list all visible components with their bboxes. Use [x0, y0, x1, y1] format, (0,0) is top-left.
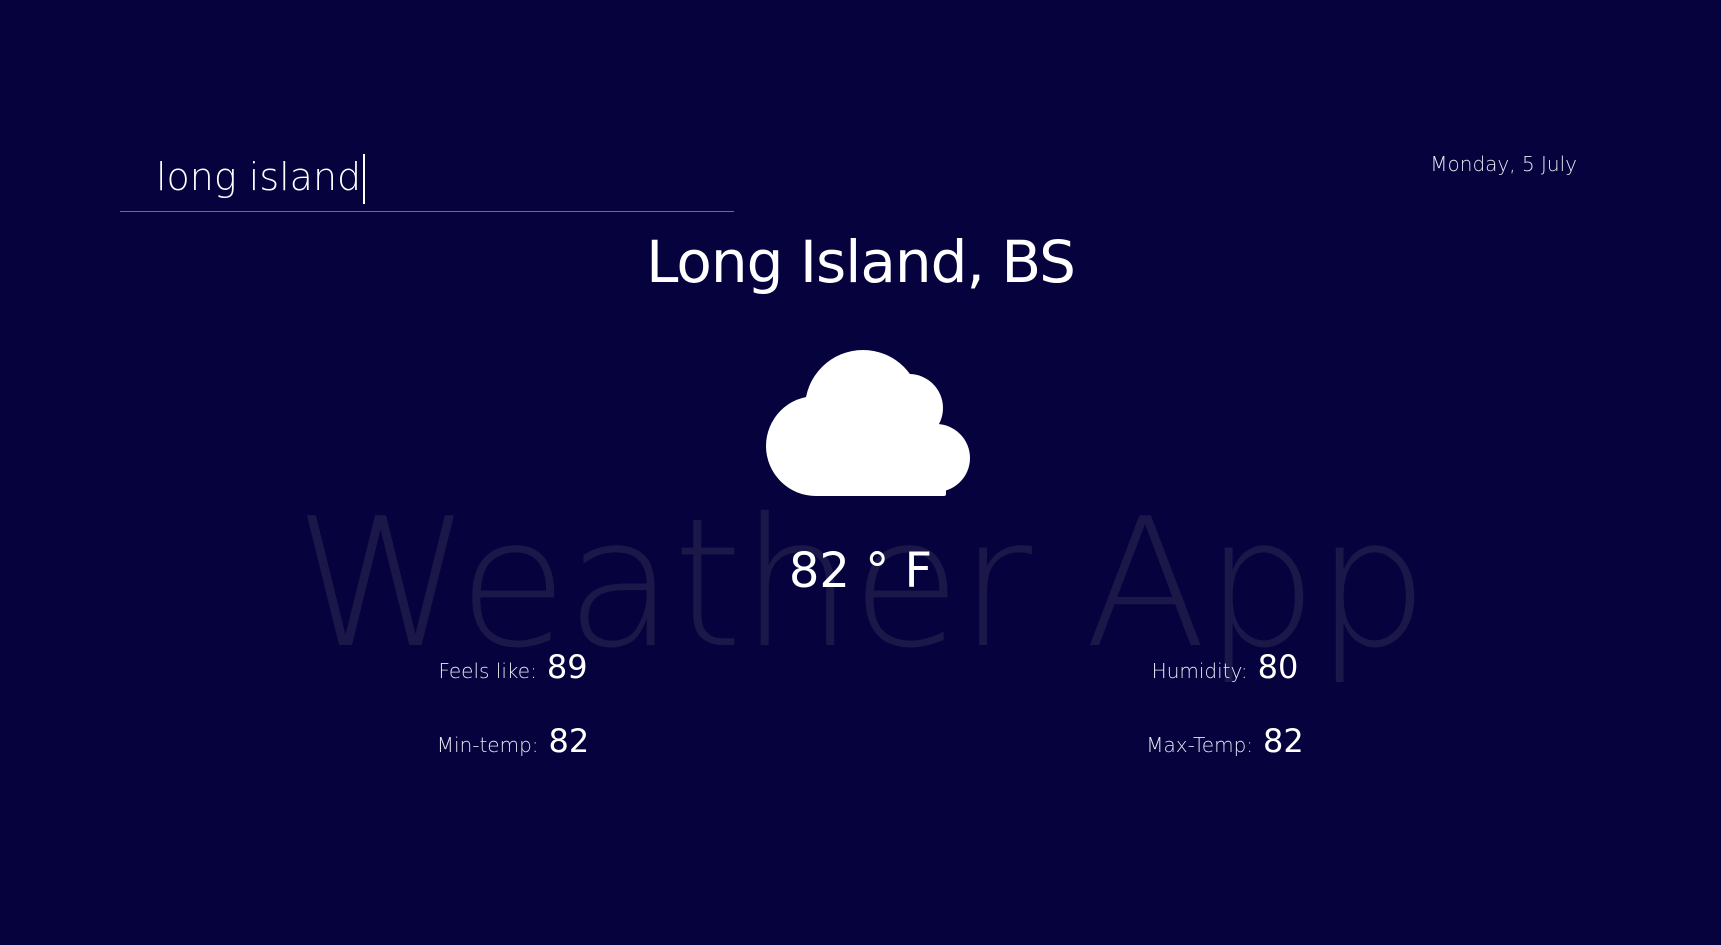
search-bar[interactable]	[120, 146, 734, 212]
cloud-icon	[766, 350, 970, 496]
max-temp-stat: Max-Temp: 82	[1075, 722, 1375, 760]
max-temp-value: 82	[1263, 722, 1304, 760]
humidity-label: Humidity:	[1151, 659, 1248, 683]
search-input[interactable]	[156, 152, 716, 202]
weather-app: Weather App Monday, 5 July Long Island, …	[0, 0, 1721, 945]
text-caret	[363, 154, 365, 204]
current-date: Monday, 5 July	[1430, 152, 1577, 176]
feels-like-stat: Feels like: 89	[363, 648, 663, 686]
min-temp-stat: Min-temp: 82	[363, 722, 663, 760]
min-temp-value: 82	[548, 722, 590, 760]
humidity-stat: Humidity: 80	[1075, 648, 1375, 686]
min-temp-label: Min-temp:	[436, 733, 539, 757]
current-temperature: 82 ° F	[788, 543, 933, 599]
location-title: Long Island, BS	[646, 228, 1076, 296]
humidity-value: 80	[1257, 648, 1299, 686]
feels-like-value: 89	[546, 648, 588, 686]
max-temp-label: Max-Temp:	[1146, 733, 1254, 757]
feels-like-label: Feels like:	[438, 659, 537, 683]
